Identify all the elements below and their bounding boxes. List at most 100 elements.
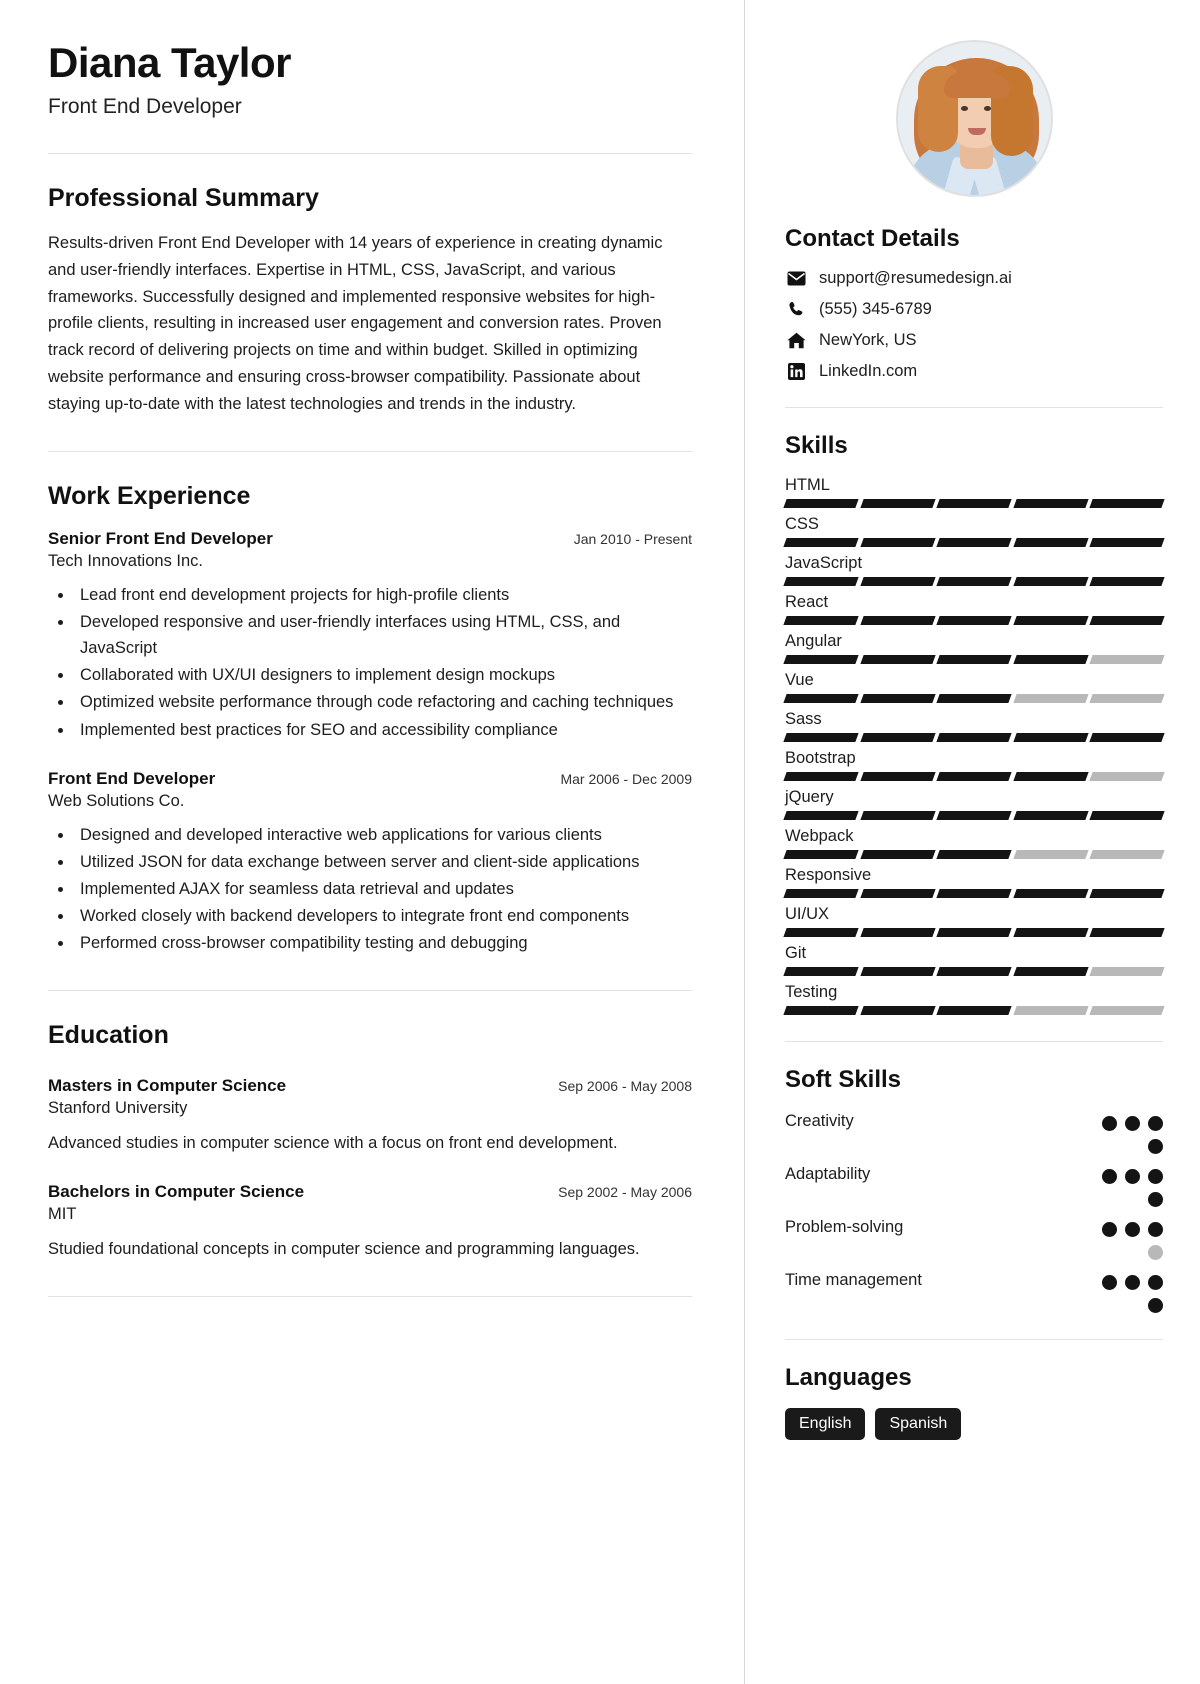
contact-value: NewYork, US (819, 331, 917, 349)
skill-level-bar (783, 889, 1165, 898)
skill-segment (1089, 616, 1165, 625)
contact-item-location[interactable]: NewYork, US (785, 331, 1163, 350)
work-entry-header: Front End Developer Mar 2006 - Dec 2009 (48, 769, 692, 789)
skill-level-bar (783, 694, 1165, 703)
work-entry-header: Senior Front End Developer Jan 2010 - Pr… (48, 529, 692, 549)
skill-segment (859, 616, 935, 625)
skill-level-bar (783, 811, 1165, 820)
list-item: Developed responsive and user-friendly i… (74, 609, 692, 661)
contact-section: Contact Details support@resumedesign.ai … (785, 225, 1163, 381)
list-item: Lead front end development projects for … (74, 582, 692, 608)
skill-segment (1013, 694, 1089, 703)
education-entry-header: Masters in Computer Science Sep 2006 - M… (48, 1076, 692, 1096)
skill-segment (936, 811, 1012, 820)
skill-segment (783, 577, 859, 586)
skill-level-bar (783, 499, 1165, 508)
skill-row: React (783, 593, 1165, 625)
work-role: Front End Developer (48, 768, 216, 788)
sidebar-column: Contact Details support@resumedesign.ai … (745, 0, 1200, 1684)
list-item: Collaborated with UX/UI designers to imp… (74, 662, 692, 688)
skill-segment (1013, 928, 1089, 937)
skill-segment (1013, 772, 1089, 781)
skill-segment (783, 967, 859, 976)
skill-segment (859, 655, 935, 664)
contact-value: LinkedIn.com (819, 362, 918, 380)
rating-dot (1102, 1169, 1117, 1184)
skill-segment (783, 811, 859, 820)
home-icon (785, 332, 807, 349)
rating-dot (1102, 1222, 1117, 1237)
rating-dot (1125, 1169, 1140, 1184)
skill-name: JavaScript (785, 554, 863, 572)
skill-segment (859, 928, 935, 937)
skill-segment (936, 889, 1012, 898)
contact-item-linkedin[interactable]: LinkedIn.com (785, 362, 1163, 381)
skill-segment (783, 850, 859, 859)
skill-level-bar (783, 850, 1165, 859)
skill-segment (1013, 616, 1089, 625)
skill-segment (859, 733, 935, 742)
education-description: Studied foundational concepts in compute… (48, 1239, 640, 1258)
skill-row: Testing (783, 983, 1165, 1015)
skills-list: HTML CSS JavaScript React Angular Vue Sass Boot… (783, 476, 1165, 1015)
skill-segment (783, 889, 859, 898)
rating-dot (1102, 1116, 1117, 1131)
languages-section: Languages English Spanish (785, 1364, 1163, 1440)
soft-skill-rating (1085, 1163, 1163, 1207)
section-title-soft-skills: Soft Skills (785, 1066, 902, 1093)
professional-summary-section: Professional Summary Results-driven Fron… (48, 184, 692, 417)
skill-level-bar (783, 733, 1165, 742)
education-divider (48, 1296, 692, 1298)
skill-segment (936, 577, 1012, 586)
work-organization: Tech Innovations Inc. (48, 552, 204, 571)
skill-name: Sass (785, 710, 822, 728)
skill-level-bar (783, 538, 1165, 547)
skill-segment (859, 889, 935, 898)
education-school: Stanford University (48, 1098, 188, 1117)
skill-row: HTML (783, 476, 1165, 508)
skill-segment (783, 655, 859, 664)
skill-name: React (785, 593, 829, 611)
skill-segment (1013, 655, 1089, 664)
rating-dot (1125, 1116, 1140, 1131)
avatar (895, 40, 1053, 197)
rating-dot (1148, 1116, 1163, 1131)
rating-dot (1125, 1222, 1140, 1237)
skill-segment (936, 538, 1012, 547)
soft-skill-name: Time management (785, 1271, 922, 1289)
education-date: Sep 2006 - May 2008 (558, 1077, 692, 1094)
list-item: Worked closely with backend developers t… (74, 903, 692, 929)
skill-segment (1089, 733, 1165, 742)
skill-segment (1089, 655, 1165, 664)
skill-row: CSS (783, 515, 1165, 547)
skill-name: Bootstrap (785, 749, 856, 767)
contact-item-email[interactable]: support@resumedesign.ai (785, 269, 1163, 288)
rating-dot (1148, 1169, 1163, 1184)
skill-segment (783, 1006, 859, 1015)
soft-skills-divider (785, 1339, 1163, 1340)
skill-segment (1013, 811, 1089, 820)
skill-name: Vue (785, 671, 814, 689)
skill-row: Sass (783, 710, 1165, 742)
skill-segment (1013, 889, 1089, 898)
skill-row: Git (783, 944, 1165, 976)
skill-segment (1013, 733, 1089, 742)
skill-segment (859, 577, 935, 586)
work-date: Mar 2006 - Dec 2009 (560, 770, 692, 787)
skill-segment (1013, 850, 1089, 859)
avatar-wrapper (785, 40, 1163, 197)
skill-segment (859, 1006, 935, 1015)
skill-level-bar (783, 928, 1165, 937)
skill-segment (1089, 538, 1165, 547)
list-item: Designed and developed interactive web a… (74, 822, 692, 848)
skill-segment (1089, 889, 1165, 898)
skill-segment (1089, 811, 1165, 820)
list-item: Implemented best practices for SEO and a… (74, 717, 692, 743)
skill-segment (783, 538, 859, 547)
skill-segment (1013, 577, 1089, 586)
skill-segment (859, 811, 935, 820)
education-degree: Masters in Computer Science (48, 1075, 287, 1095)
contact-item-phone[interactable]: (555) 345-6789 (785, 300, 1163, 319)
skill-segment (783, 772, 859, 781)
work-entry: Senior Front End Developer Jan 2010 - Pr… (48, 529, 692, 742)
